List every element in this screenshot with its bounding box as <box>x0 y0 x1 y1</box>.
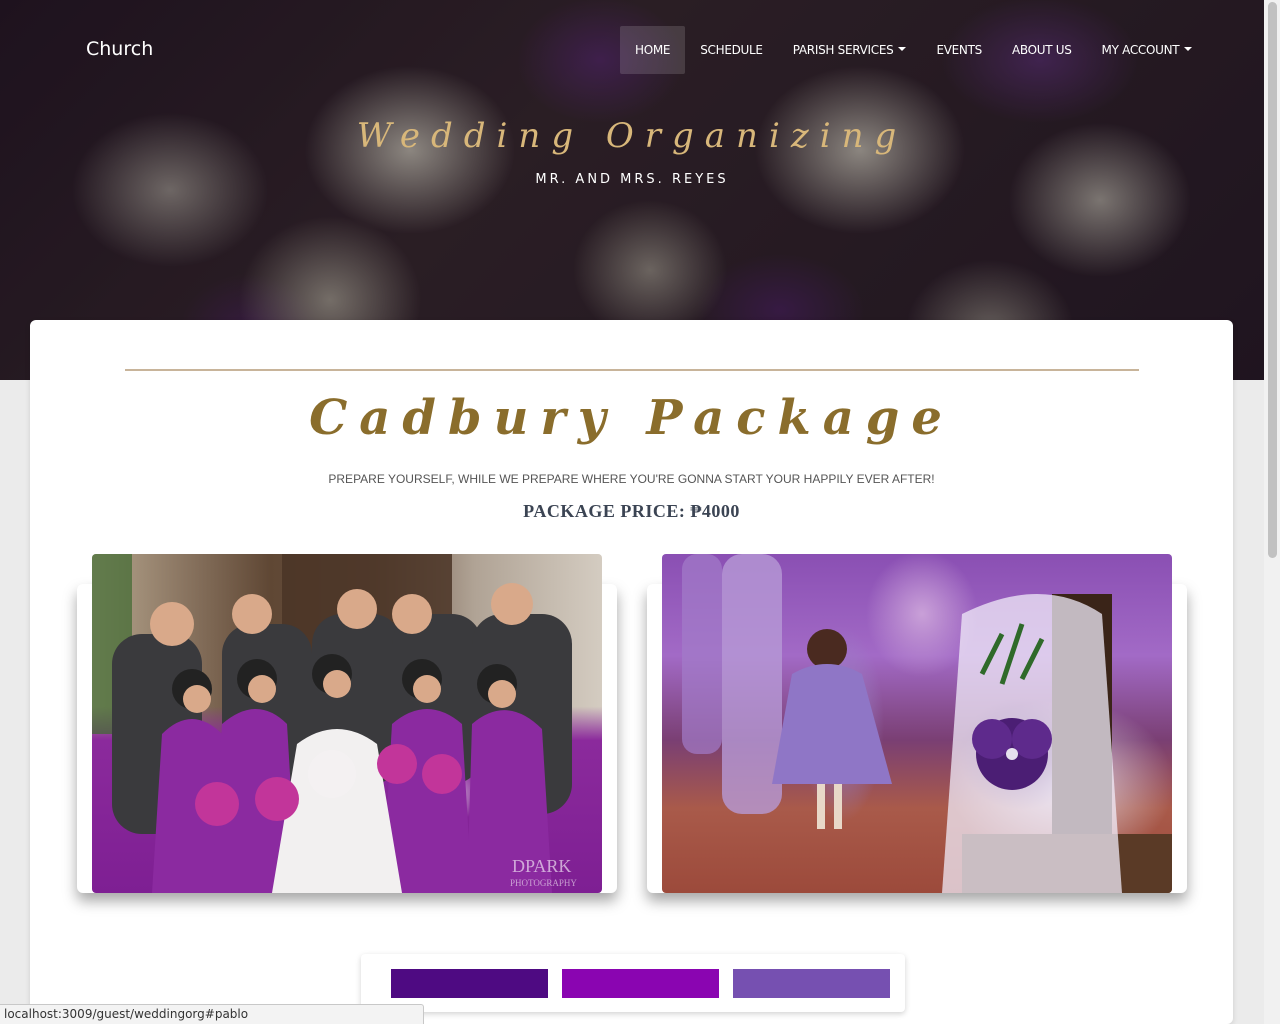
nav-schedule-label: SCHEDULE <box>700 43 763 57</box>
nav-my-account[interactable]: MY ACCOUNT <box>1087 26 1208 74</box>
color-swatch-violet <box>562 969 719 998</box>
nav-schedule[interactable]: SCHEDULE <box>685 26 778 74</box>
package-price: PACKAGE PRICE: ₱4000 <box>523 501 740 521</box>
wedding-party-illustration: DPARK PHOTOGRAPHY <box>92 554 577 893</box>
nav-about-us-label: ABOUT US <box>1011 43 1072 57</box>
color-swatch-lavender <box>733 969 890 998</box>
nav-parish-services[interactable]: PARISH SERVICES <box>778 26 922 74</box>
color-palette <box>361 954 905 1012</box>
wedding-party-photo: DPARK PHOTOGRAPHY <box>92 554 602 893</box>
nav-about-us[interactable]: ABOUT US <box>997 26 1087 74</box>
caret-down-icon <box>1184 47 1193 51</box>
nav-home-label: HOME <box>635 43 671 57</box>
main-nav: HOME SCHEDULE PARISH SERVICES EVENTS ABO… <box>620 26 1207 74</box>
church-aisle-photo <box>662 554 1172 893</box>
color-swatch-dark-purple <box>391 969 548 998</box>
package-card: Cadbury Package PREPARE YOURSELF, WHILE … <box>30 320 1233 1024</box>
hero-subtitle: MR. AND MRS. REYES <box>535 172 729 187</box>
nav-events-label: EVENTS <box>936 43 982 57</box>
nav-parish-services-label: PARISH SERVICES <box>792 43 894 57</box>
divider <box>125 369 1139 371</box>
watermark-subtext: PHOTOGRAPHY <box>510 878 577 888</box>
nav-home[interactable]: HOME <box>620 26 686 74</box>
nav-my-account-label: MY ACCOUNT <box>1101 43 1180 57</box>
browser-status-bar: localhost:3009/guest/weddingorg#pablo <box>0 1004 424 1024</box>
brand-link[interactable]: Church <box>86 38 153 60</box>
vertical-scrollbar[interactable] <box>1264 0 1280 1024</box>
church-aisle-illustration <box>682 554 1172 893</box>
caret-down-icon <box>898 47 907 51</box>
hero-title: Wedding Organizing <box>356 116 908 156</box>
nav-events[interactable]: EVENTS <box>921 26 997 74</box>
scrollbar-thumb[interactable] <box>1268 2 1277 558</box>
package-title: Cadbury Package <box>309 390 954 446</box>
watermark-text: DPARK <box>512 856 571 876</box>
package-tagline: PREPARE YOURSELF, WHILE WE PREPARE WHERE… <box>328 472 935 486</box>
